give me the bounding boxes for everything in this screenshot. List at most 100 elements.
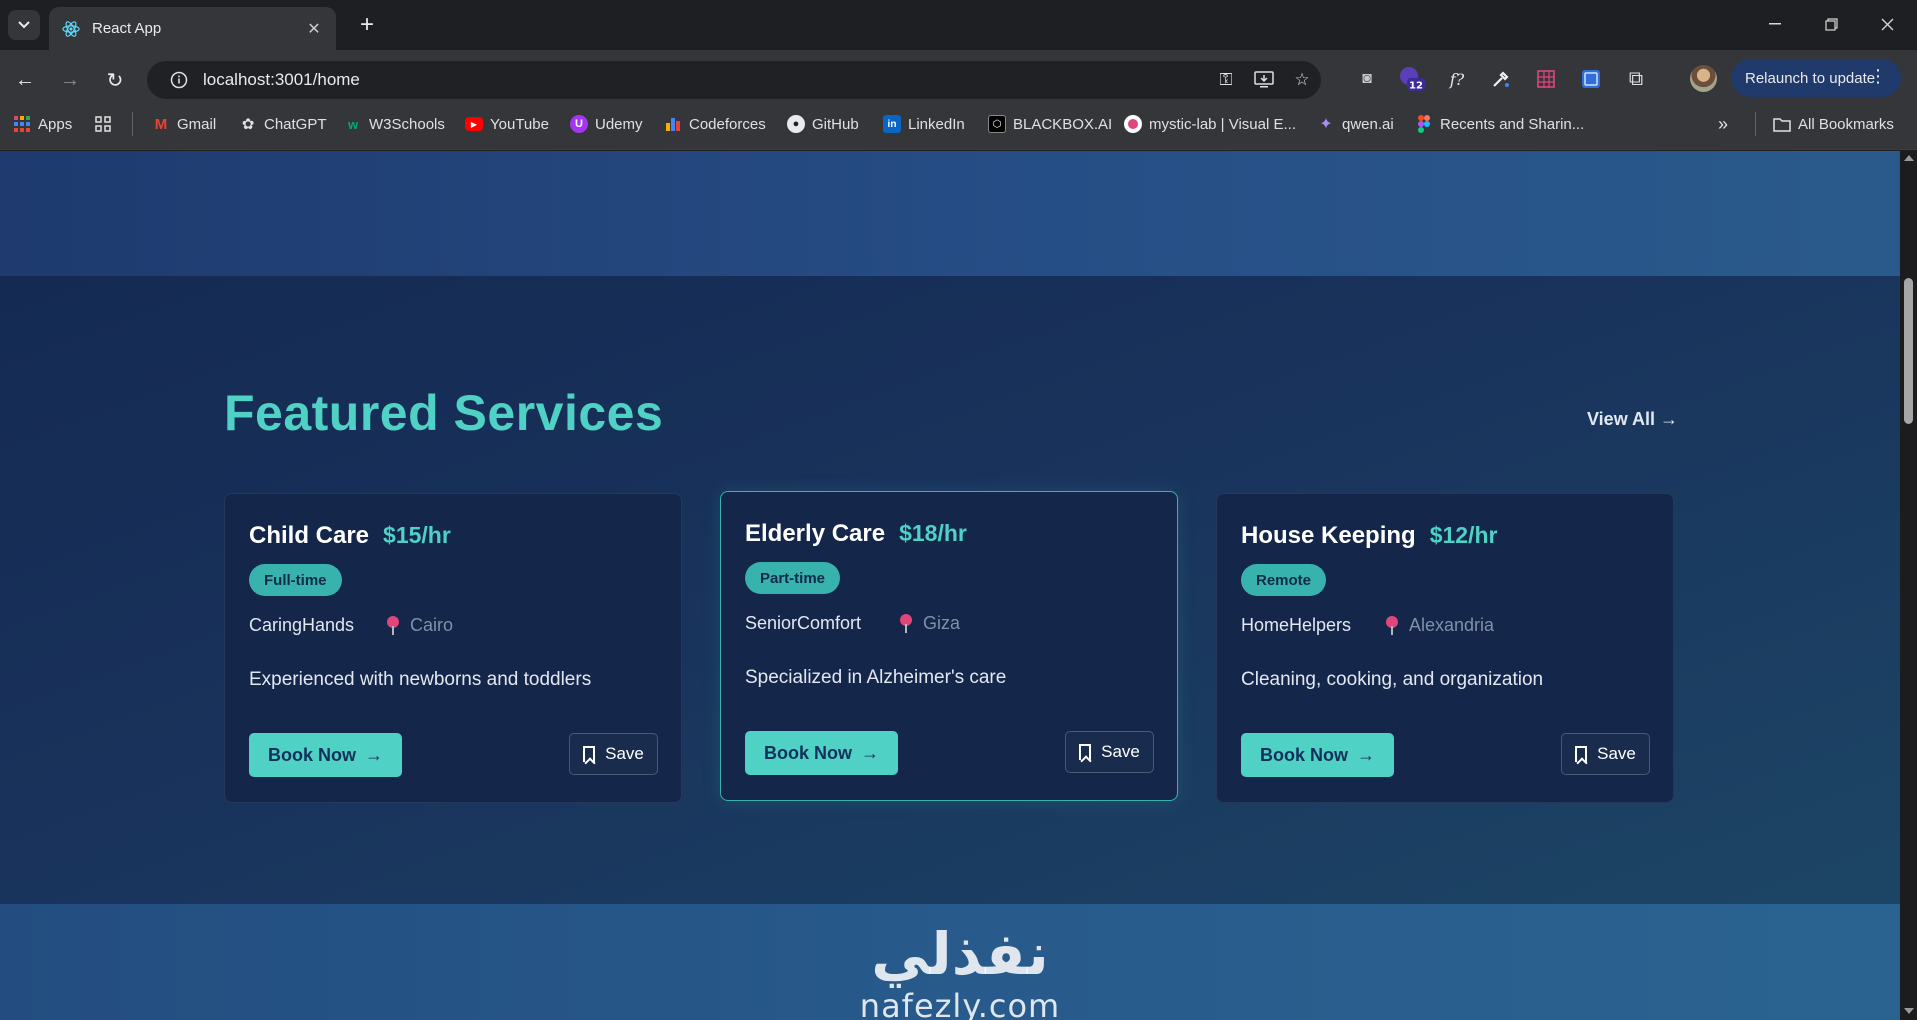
udemy-icon: U [570,115,588,133]
mystic-lab-icon [1124,115,1142,133]
bookmark-item-figma[interactable]: Recents and Sharin... [1415,113,1584,135]
location: Giza [899,613,960,634]
puzzle-extensions-icon[interactable]: ⧉ [1622,65,1650,93]
provider-name: CaringHands [249,615,355,635]
site-info-icon[interactable] [161,71,197,89]
save-label: Save [1101,742,1140,761]
figma-icon [1415,115,1433,133]
location: Cairo [386,615,453,636]
tab-search-button[interactable] [8,10,40,40]
camera-extension-icon[interactable]: ◙ [1353,65,1381,93]
scroll-up-arrow-icon[interactable] [1904,155,1914,161]
new-tab-button[interactable]: + [352,10,382,40]
card-description: Cleaning, cooking, and organization [1241,669,1544,690]
scrollbar-thumb[interactable] [1904,278,1913,424]
more-menu-icon[interactable]: ⋮ [1869,66,1887,87]
star-bookmark-icon[interactable]: ☆ [1283,70,1321,90]
card-price: $12/hr [1429,522,1498,548]
save-button[interactable]: Save [1065,731,1154,773]
codeforces-icon [664,115,682,133]
card-title: House Keeping [1241,522,1416,549]
bookmark-item-apps[interactable]: Apps [13,113,72,135]
card-price: $18/hr [899,520,967,546]
location-label: Giza [923,613,961,633]
bookmark-item-w3schools[interactable]: w W3Schools [344,113,445,135]
card-title: Child Care [249,522,370,549]
all-bookmarks-button[interactable]: All Bookmarks [1773,113,1894,135]
forward-button[interactable]: → [54,64,86,96]
scroll-down-arrow-icon[interactable] [1904,1008,1914,1014]
linkedin-icon: in [883,115,901,133]
bookmark-item-youtube[interactable]: ▶ YouTube [465,113,549,135]
bookmark-item-udemy[interactable]: U Udemy [570,113,643,135]
relaunch-button[interactable]: Relaunch to update ⋮ [1731,59,1901,97]
book-now-button[interactable]: Book Now → [1241,733,1394,777]
bookmark-label: Recents and Sharin... [1440,115,1585,133]
view-all-link[interactable]: View All → [1587,409,1678,430]
save-label: Save [1597,744,1636,763]
extension-badge-icon[interactable]: 12 [1398,65,1426,93]
arrow-right-icon: → [861,742,879,763]
bookmark-item-linkedin[interactable]: in LinkedIn [883,113,965,135]
bookmark-label: Udemy [595,115,643,133]
more-bookmarks-chevron-icon[interactable]: » [1718,113,1728,135]
all-bookmarks-label: All Bookmarks [1798,115,1894,133]
watermark-latin: nafezly.com [859,987,1061,1020]
provider-name: SeniorComfort [745,613,862,633]
bookmark-icon [1079,744,1092,760]
avatar[interactable] [1690,65,1717,92]
bookmark-label: Gmail [177,115,217,133]
provider-name: HomeHelpers [1241,615,1352,635]
save-button[interactable]: Save [569,733,658,775]
book-now-label: Book Now [1260,744,1348,765]
card-price: $15/hr [383,522,451,548]
bookmark-label: mystic-lab | Visual E... [1149,115,1296,133]
grid-icon [94,115,112,133]
bookmark-label: GitHub [812,115,859,133]
reload-icon: ↻ [106,69,124,92]
address-bar[interactable]: localhost:3001/home ⚿ ☆ [147,61,1321,99]
bookmark-item-gmail[interactable]: M Gmail [152,113,216,135]
book-now-button[interactable]: Book Now → [745,731,898,775]
install-app-icon[interactable] [1245,71,1283,89]
bookmark-icon [583,746,596,762]
folder-icon [1773,115,1791,133]
bookmark-label: LinkedIn [908,115,965,133]
bookmark-item-codeforces[interactable]: Codeforces [664,113,766,135]
eyedropper-extension-icon[interactable] [1487,65,1515,93]
window-extension-icon[interactable] [1577,65,1605,93]
restore-button[interactable] [1803,0,1859,48]
arrow-right-icon: → [60,68,80,91]
github-icon: ● [787,115,805,133]
bookmark-label: Codeforces [689,115,766,133]
minimize-button[interactable] [1747,0,1803,48]
bookmark-item-blackbox[interactable]: ⬡ BLACKBOX.AI [988,113,1112,135]
section-title: Featured Services [224,385,664,441]
close-window-button[interactable] [1859,0,1915,48]
card-description: Experienced with newborns and toddlers [249,669,592,690]
book-now-button[interactable]: Book Now → [249,733,402,777]
url-text[interactable]: localhost:3001/home [203,70,1207,90]
back-button[interactable]: ← [9,64,41,96]
book-now-label: Book Now [764,742,852,763]
grid-extension-icon[interactable] [1532,65,1560,93]
bookmark-item-mystic-lab[interactable]: mystic-lab | Visual E... [1124,113,1296,135]
location-pin-icon [386,615,400,636]
service-card-house-keeping: House Keeping $12/hr Remote HomeHelpers … [1216,493,1674,803]
browser-tab-active[interactable]: React App ✕ [49,7,336,50]
youtube-icon: ▶ [465,117,483,131]
save-button[interactable]: Save [1561,733,1650,775]
card-header: Elderly Care $18/hr [745,520,967,548]
bookmark-item-chatgpt[interactable]: ✿ ChatGPT [239,113,327,135]
bookmark-item-qwen[interactable]: ✦ qwen.ai [1317,113,1393,135]
bookmark-icon [1575,746,1588,762]
formula-extension-icon[interactable]: f? [1443,65,1471,93]
bookmark-label: ChatGPT [264,115,327,133]
close-icon[interactable]: ✕ [304,19,324,39]
bookmark-divider [132,112,133,136]
password-key-icon[interactable]: ⚿ [1207,70,1245,90]
reload-button[interactable]: ↻ [99,64,131,96]
bookmark-item-github[interactable]: ● GitHub [787,113,859,135]
tab-groups-button[interactable] [94,113,119,135]
bookmark-label: YouTube [490,115,549,133]
